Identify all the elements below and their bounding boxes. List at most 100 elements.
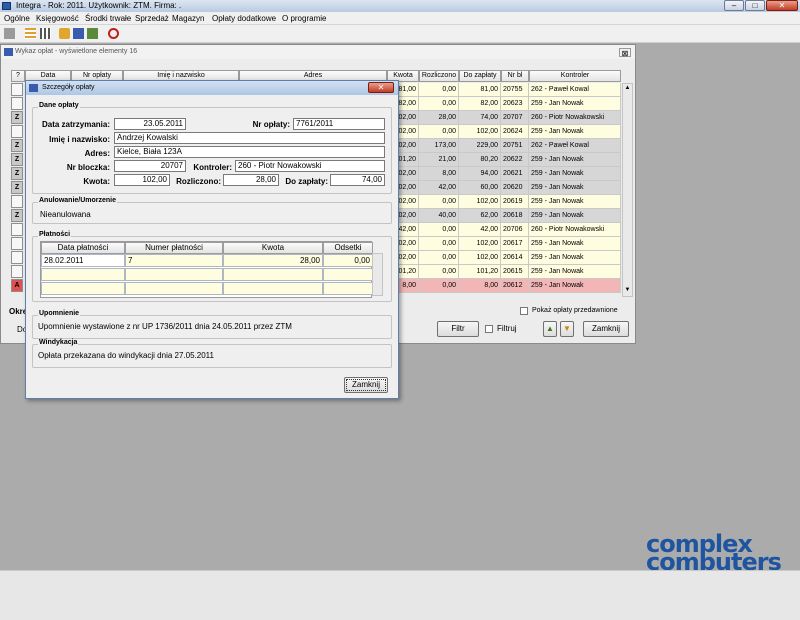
platnosc-kwota[interactable]: 28,00 — [223, 254, 323, 267]
lock-icon[interactable] — [59, 28, 70, 39]
kontroler-label: Kontroler: — [193, 163, 232, 172]
status-bar — [0, 570, 800, 620]
platnosc-data[interactable] — [41, 268, 125, 281]
adres-field[interactable]: Kielce, Biała 123A — [114, 146, 385, 158]
data-zatrzymania-field[interactable]: 23.05.2011 — [114, 118, 186, 130]
platnosc-numer[interactable] — [125, 282, 223, 295]
menu-o-programie[interactable]: O programie — [282, 14, 326, 23]
cell-do-zaplaty: 102,00 — [459, 125, 501, 139]
logo-line-2: computers — [646, 548, 782, 576]
platnosci-scrollbar[interactable] — [372, 253, 383, 296]
platnosc-kwota[interactable] — [223, 268, 323, 281]
cell-rozliczono: 0,00 — [419, 195, 459, 209]
platnosci-col-kwota[interactable]: Kwota — [223, 242, 323, 254]
cell-kontroler: 260 - Piotr Nowakowski — [529, 223, 621, 237]
cell-nr-bl: 20618 — [501, 209, 529, 223]
kwota-field[interactable]: 102,00 — [114, 174, 170, 186]
col-header-do-zaplaty[interactable]: Do zapłaty — [459, 70, 501, 82]
kontroler-field[interactable]: 260 - Piotr Nowakowski — [235, 160, 385, 172]
row-flag[interactable] — [11, 195, 23, 208]
cell-rozliczono: 0,00 — [419, 237, 459, 251]
filter-checkbox[interactable] — [485, 325, 493, 333]
scroll-down-arrow-icon[interactable]: ▼ — [623, 287, 632, 295]
cell-nr-bl: 20622 — [501, 153, 529, 167]
row-flag[interactable] — [11, 97, 23, 110]
platnosci-col-data[interactable]: Data płatności — [41, 242, 125, 254]
nr-bloczka-field[interactable]: 20707 — [114, 160, 186, 172]
arrow-up-icon[interactable]: ▲ — [543, 321, 557, 337]
cell-kontroler: 259 - Jan Nowak — [529, 195, 621, 209]
menu-ogolne[interactable]: Ogólne — [4, 14, 30, 23]
do-zaplaty-field[interactable]: 74,00 — [330, 174, 385, 186]
row-flag[interactable] — [11, 265, 23, 278]
minimize-button[interactable]: – — [724, 0, 744, 11]
menu-magazyn[interactable]: Magazyn — [172, 14, 204, 23]
show-overdue-checkbox[interactable] — [520, 307, 528, 315]
close-button[interactable]: ✕ — [766, 0, 798, 11]
cell-kontroler: 259 - Jan Nowak — [529, 181, 621, 195]
platnosc-odsetki[interactable]: 0,00 — [323, 254, 373, 267]
row-flag[interactable]: Z — [11, 181, 23, 194]
cell-kontroler: 259 - Jan Nowak — [529, 153, 621, 167]
nr-oplaty-field[interactable]: 7761/2011 — [293, 118, 385, 130]
platnosc-numer[interactable] — [125, 268, 223, 281]
cell-rozliczono: 42,00 — [419, 181, 459, 195]
row-flag[interactable]: A — [11, 279, 23, 292]
menu-ksiegowosc[interactable]: Księgowość — [36, 14, 79, 23]
filter-button[interactable]: Filtr — [437, 321, 479, 337]
row-flag[interactable] — [11, 223, 23, 236]
platnosc-data[interactable] — [41, 282, 125, 295]
rozliczono-field[interactable]: 28,00 — [223, 174, 279, 186]
cell-do-zaplaty: 60,00 — [459, 181, 501, 195]
grid-icon[interactable] — [40, 28, 51, 39]
menu-sprzedaz[interactable]: Sprzedaż — [135, 14, 169, 23]
menu-srodki-trwale[interactable]: Środki trwałe — [85, 14, 131, 23]
report-icon[interactable] — [87, 28, 98, 39]
menu-bar: Ogólne Księgowość Środki trwałe Sprzedaż… — [0, 12, 800, 25]
platnosc-kwota[interactable] — [223, 282, 323, 295]
platnosc-numer[interactable]: 7 — [125, 254, 223, 267]
cell-do-zaplaty: 82,00 — [459, 97, 501, 111]
cell-rozliczono: 0,00 — [419, 125, 459, 139]
cell-nr-bl: 20755 — [501, 83, 529, 97]
window-titlebar: Integra - Rok: 2011. Użytkownik: ZTM. Fi… — [0, 0, 800, 12]
row-flag[interactable] — [11, 83, 23, 96]
platnosci-col-odsetki[interactable]: Odsetki — [323, 242, 373, 254]
row-flag[interactable]: Z — [11, 209, 23, 222]
row-flag[interactable] — [11, 237, 23, 250]
row-flag[interactable]: Z — [11, 153, 23, 166]
arrow-down-icon[interactable]: ▼ — [560, 321, 574, 337]
scroll-up-arrow-icon[interactable]: ▲ — [623, 85, 632, 93]
cell-rozliczono: 173,00 — [419, 139, 459, 153]
row-flag[interactable] — [11, 125, 23, 138]
list-scrollbar[interactable] — [622, 83, 633, 297]
dialog-zamknij-button[interactable]: Zamknij — [344, 377, 388, 393]
col-header-rozliczono[interactable]: Rozliczono — [419, 70, 459, 82]
windykacja-value: Opłata przekazana do windykacji dnia 27.… — [38, 351, 214, 360]
list-window-close-button[interactable]: ⊠ — [619, 48, 631, 58]
platnosc-odsetki[interactable] — [323, 268, 373, 281]
col-header-nr-bl[interactable]: Nr bl — [501, 70, 529, 82]
row-flag[interactable] — [11, 251, 23, 264]
platnosci-col-numer[interactable]: Numer płatności — [125, 242, 223, 254]
power-icon[interactable] — [108, 28, 119, 39]
platnosc-data[interactable]: 28.02.2011 — [41, 254, 125, 267]
stamp-icon[interactable] — [73, 28, 84, 39]
users-icon[interactable] — [4, 28, 15, 39]
row-flag[interactable]: Z — [11, 139, 23, 152]
row-flag[interactable]: Z — [11, 167, 23, 180]
list-window-title: Wykaz opłat - wyświetlone elementy 16 — [1, 45, 635, 59]
platnosc-odsetki[interactable] — [323, 282, 373, 295]
row-flag[interactable]: Z — [11, 111, 23, 124]
col-header-flag[interactable]: ? — [11, 70, 25, 82]
cell-do-zaplaty: 102,00 — [459, 237, 501, 251]
dialog-close-button[interactable]: ✕ — [368, 82, 394, 93]
adres-label: Adres: — [84, 149, 110, 158]
menu-oplaty-dodatkowe[interactable]: Opłaty dodatkowe — [212, 14, 276, 23]
imie-field[interactable]: Andrzej Kowalski — [114, 132, 385, 144]
list-close-button[interactable]: Zamknij — [583, 321, 629, 337]
fee-details-dialog: Szczegóły opłaty ✕ Dane opłaty Data zatr… — [25, 80, 399, 399]
list-icon[interactable] — [25, 28, 36, 39]
col-header-kontroler[interactable]: Kontroler — [529, 70, 621, 82]
maximize-button[interactable]: □ — [745, 0, 765, 11]
